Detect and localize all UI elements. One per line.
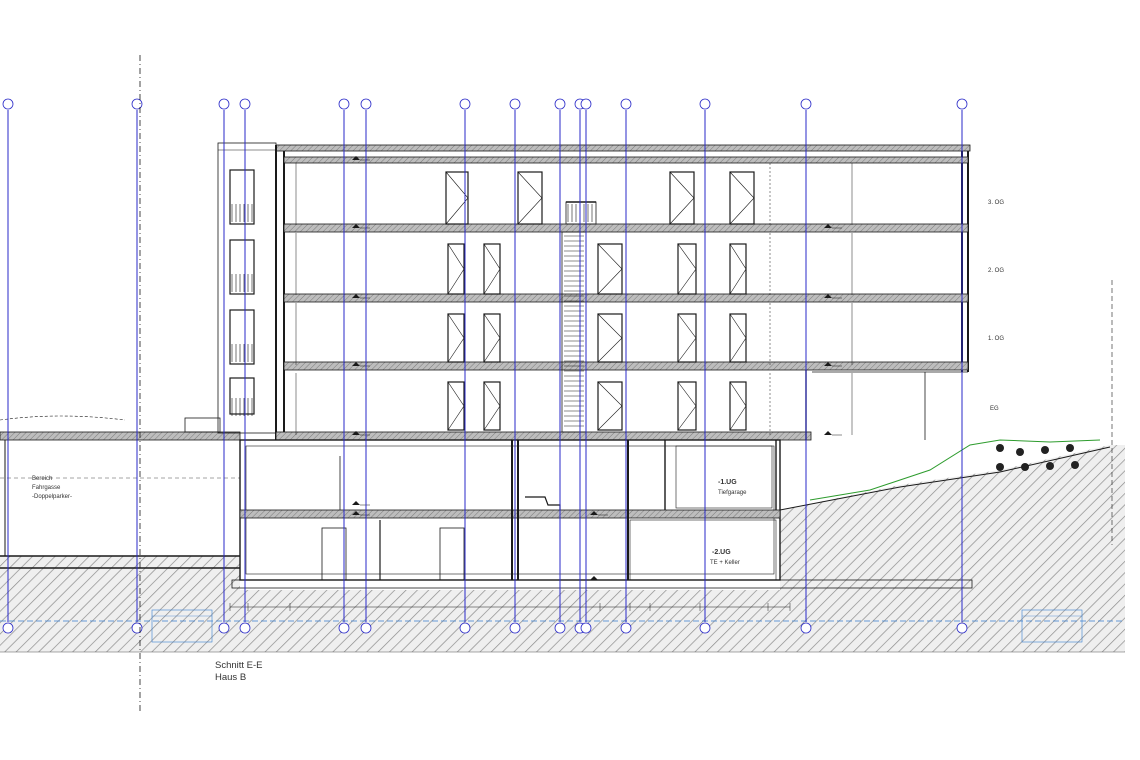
drawing-subtitle: Haus B — [215, 672, 246, 683]
window-icon — [229, 169, 255, 225]
grid-axis-bubble-icon — [338, 622, 350, 634]
door-icon — [669, 171, 695, 225]
door-swing — [483, 243, 501, 295]
grid-axis-bubble-icon — [956, 622, 968, 634]
door-icon — [483, 313, 501, 363]
door-swing — [597, 243, 623, 295]
left-structure — [0, 415, 241, 569]
door-swing — [483, 313, 501, 363]
grid-axis-bubble-icon — [360, 622, 372, 634]
window-icon — [229, 377, 255, 415]
grid-axis-bubble-icon — [554, 622, 566, 634]
door-swing — [729, 171, 755, 225]
level-marker-icon — [352, 501, 360, 505]
stair-hatch: /* placeholder: drawn by script below */ — [564, 204, 593, 427]
grid-axis-bubble-icon — [239, 622, 251, 634]
grid-axis-bubble-icon — [2, 98, 14, 110]
grid-axis-bubble-icon — [218, 622, 230, 634]
grid-axis-bubble-icon — [218, 98, 230, 110]
door-icon — [447, 313, 465, 363]
door-icon — [597, 243, 623, 295]
door-icon — [483, 243, 501, 295]
shrub-icon — [996, 463, 1004, 471]
shrub-icon — [1016, 448, 1024, 456]
grid-axis-bubble-icon — [2, 622, 14, 634]
door-icon — [677, 243, 697, 295]
door-icon — [729, 381, 747, 431]
grid-axis-bubble-icon — [620, 622, 632, 634]
door-swing — [677, 243, 697, 295]
grid-axis-bubble-icon — [580, 622, 592, 634]
door-swing — [677, 313, 697, 363]
door-icon — [729, 313, 747, 363]
basement-label-ug1-sub: Tiefgarage — [718, 490, 747, 496]
shrub-icon — [996, 444, 1004, 452]
grid-axis-bubble-icon — [699, 622, 711, 634]
door-icon — [729, 171, 755, 225]
grid-axis-bubble-icon — [800, 622, 812, 634]
grid-axis-bubble-icon — [509, 98, 521, 110]
door-swing — [677, 381, 697, 431]
basement-label-ug2: -2.UG — [712, 549, 731, 556]
grid-axis-bubble-icon — [699, 98, 711, 110]
grid-axis-bubble-icon — [956, 98, 968, 110]
stair-core — [561, 201, 597, 433]
floor-label-2og: 2. OG — [988, 268, 1004, 274]
door-icon — [447, 243, 465, 295]
shrub-icon — [1046, 462, 1054, 470]
left-area-label-2: Fahrgasse — [32, 485, 61, 491]
grid-axis-bubble-icon — [360, 98, 372, 110]
door-swing — [669, 171, 695, 225]
door-icon — [729, 243, 747, 295]
shrub-icon — [1066, 444, 1074, 452]
shrub-icon — [1071, 461, 1079, 469]
basement-label-ug1: -1.UG — [718, 479, 737, 486]
grid-axis-bubble-icon — [800, 98, 812, 110]
grid-axis-bubble-icon — [459, 98, 471, 110]
window-icon — [229, 309, 255, 365]
floor-label-eg: EG — [990, 406, 999, 412]
level-marker-icon — [824, 431, 832, 435]
grid-axis-bubble-icon — [459, 622, 471, 634]
door-swing — [597, 313, 623, 363]
shrub-icon — [1041, 446, 1049, 454]
floor-label-3og: 3. OG — [988, 200, 1004, 206]
west-windows — [229, 169, 255, 415]
ground-hatch — [0, 445, 1125, 653]
left-area-label-1: Bereich — [32, 476, 52, 482]
window-icon — [229, 239, 255, 295]
grid-axis-bubble-icon — [509, 622, 521, 634]
grid-axis-bubble-icon — [580, 98, 592, 110]
door-icon — [517, 171, 543, 225]
door-swing — [447, 243, 465, 295]
door-icon — [677, 381, 697, 431]
door-swing — [447, 381, 465, 431]
grid-axis-bubble-icon — [338, 98, 350, 110]
level-marker-icon — [590, 576, 598, 580]
section-drawing: /* placeholder: drawn by script below */… — [0, 55, 1125, 712]
door-icon — [677, 313, 697, 363]
door-swing — [729, 313, 747, 363]
door-swing — [483, 381, 501, 431]
door-swing — [729, 243, 747, 295]
floor-label-1og: 1. OG — [988, 336, 1004, 342]
grid-axis-bubble-icon — [554, 98, 566, 110]
door-icon — [597, 381, 623, 431]
door-swing — [517, 171, 543, 225]
left-area-label-3: -Doppelparker- — [32, 494, 72, 500]
door-icon — [447, 381, 465, 431]
door-swing — [597, 381, 623, 431]
door-swing — [729, 381, 747, 431]
shrub-icon — [1021, 463, 1029, 471]
door-icon — [483, 381, 501, 431]
basement-label-ug2-sub: TE + Keller — [710, 560, 740, 566]
grid-axis-bubble-icon — [620, 98, 632, 110]
grid-axis-bubble-icon — [131, 98, 143, 110]
door-icon — [597, 313, 623, 363]
grid-axis-bubble-icon — [239, 98, 251, 110]
grid-axis-bubble-icon — [131, 622, 143, 634]
drawing-title: Schnitt E-E — [215, 660, 263, 671]
door-swing — [447, 313, 465, 363]
